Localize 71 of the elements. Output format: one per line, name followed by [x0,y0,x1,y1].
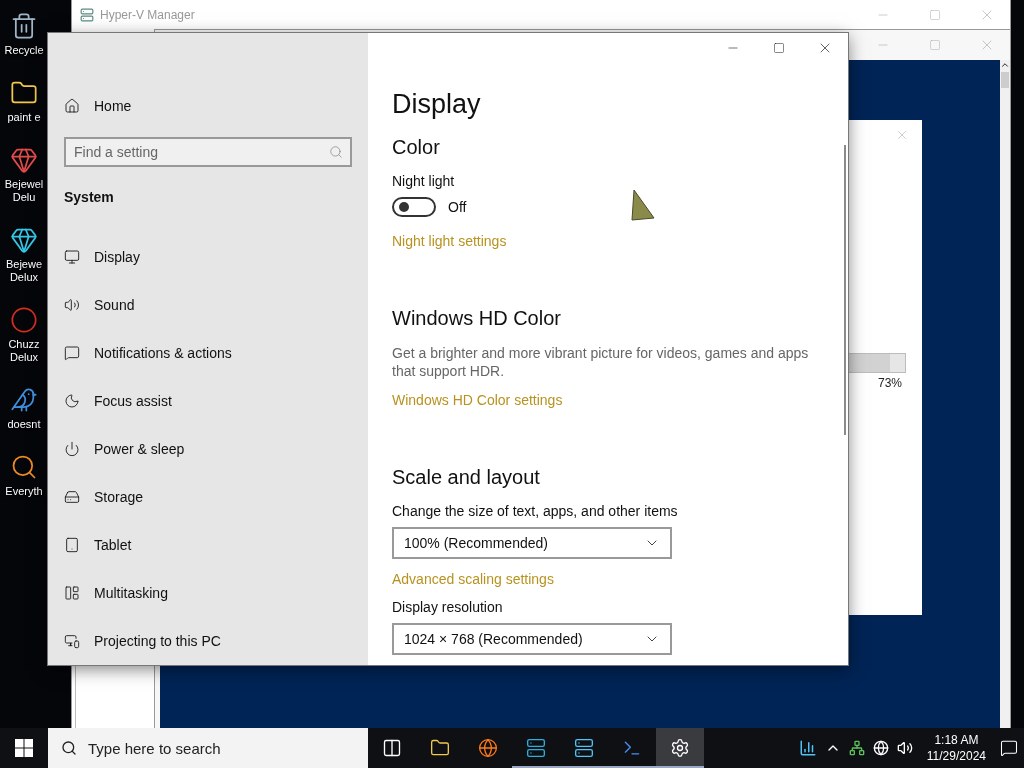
nav-item[interactable]: Projecting to this PC [64,617,352,665]
section-heading: Windows HD Color [392,307,561,330]
desktop-icon-label: Everyth [5,485,43,498]
section-title: System [64,189,115,205]
gem-icon[interactable] [10,226,38,254]
taskbar-search-field[interactable]: Type here to search [48,728,368,768]
globe-icon[interactable] [478,738,498,758]
nav-item[interactable]: Storage [64,473,352,521]
gem-icon[interactable] [10,146,38,174]
search-icon[interactable] [61,740,77,756]
setting-label: Display resolution [392,599,503,615]
tablet-icon[interactable] [64,537,80,553]
nav-item[interactable]: Power & sleep [64,425,352,473]
desktop-icon-label: Recycle [4,44,44,57]
page-title: Display [392,89,481,120]
triangle-icon [630,188,656,222]
notification-icon[interactable] [1000,739,1018,757]
devices-icon[interactable] [64,633,80,649]
network-icon[interactable] [848,740,865,756]
toggle-state: Off [448,199,467,215]
chart-icon[interactable] [798,739,817,757]
nav-item[interactable]: Focus assist [64,377,352,425]
server-icon[interactable] [526,738,546,758]
setting-label: Night light [392,173,455,189]
task-view-icon[interactable] [382,738,402,758]
description-text: Get a brighter and more vibrant picture for videos, games and apps that support HDR. [392,344,810,380]
toggle-switch[interactable] [392,197,436,217]
recycle-bin-icon[interactable] [10,12,38,40]
setting-label: Change the size of text, apps, and other items [392,503,678,519]
server-icon[interactable] [574,738,594,758]
nav-item[interactable]: Notifications & actions [64,329,352,377]
windows-icon[interactable] [15,739,33,757]
section-heading: Color [392,136,440,159]
folder-icon[interactable] [430,738,450,758]
volume-icon[interactable] [896,740,913,756]
nav-item[interactable]: Tablet [64,521,352,569]
clock[interactable]: 1:18 AM 11/29/2024 [920,732,992,764]
settings-icon[interactable] [670,738,690,758]
desktop-icon-label: Bejewel Delu [4,178,44,204]
ball-icon[interactable] [10,306,38,334]
home-link[interactable]: Home [64,97,352,115]
magnifier-icon[interactable] [10,453,38,481]
nav-item[interactable]: Multitasking [64,569,352,617]
drive-icon[interactable] [64,489,80,505]
speaker-icon[interactable] [64,297,80,313]
scroll-thumb[interactable] [1001,72,1009,88]
desktop-icon-label: Bejewe Delux [5,258,43,284]
taskbar-app[interactable] [656,728,704,768]
bird-icon[interactable] [10,386,38,414]
scroll-thumb[interactable] [844,145,846,435]
terminal-icon[interactable] [622,738,642,758]
desktop-icon-label: Chuzz Delux [8,338,40,364]
dropdown[interactable]: 1024 × 768 (Recommended) [392,623,672,655]
layout-icon[interactable] [64,585,80,601]
display-icon[interactable] [64,249,80,265]
nav-item[interactable]: Sound [64,281,352,329]
home-icon[interactable] [64,98,80,114]
power-icon[interactable] [64,441,80,457]
server-icon [80,8,94,22]
maximize-icon[interactable] [773,42,785,54]
section-heading: Scale and layout [392,466,540,489]
search-field[interactable]: Find a setting [64,137,352,167]
scroll-up-icon[interactable] [1000,60,1010,70]
window-title: Hyper-V Manager [100,8,196,22]
nav-item[interactable]: Display [64,233,352,281]
progress-reading: 73% [877,376,902,390]
desktop-icon-label: doesnt [7,418,41,431]
moon-icon[interactable] [64,393,80,409]
desktop-icon-label: paint e [7,111,41,124]
message-icon[interactable] [64,345,80,361]
dropdown[interactable]: 100% (Recommended) [392,527,672,559]
